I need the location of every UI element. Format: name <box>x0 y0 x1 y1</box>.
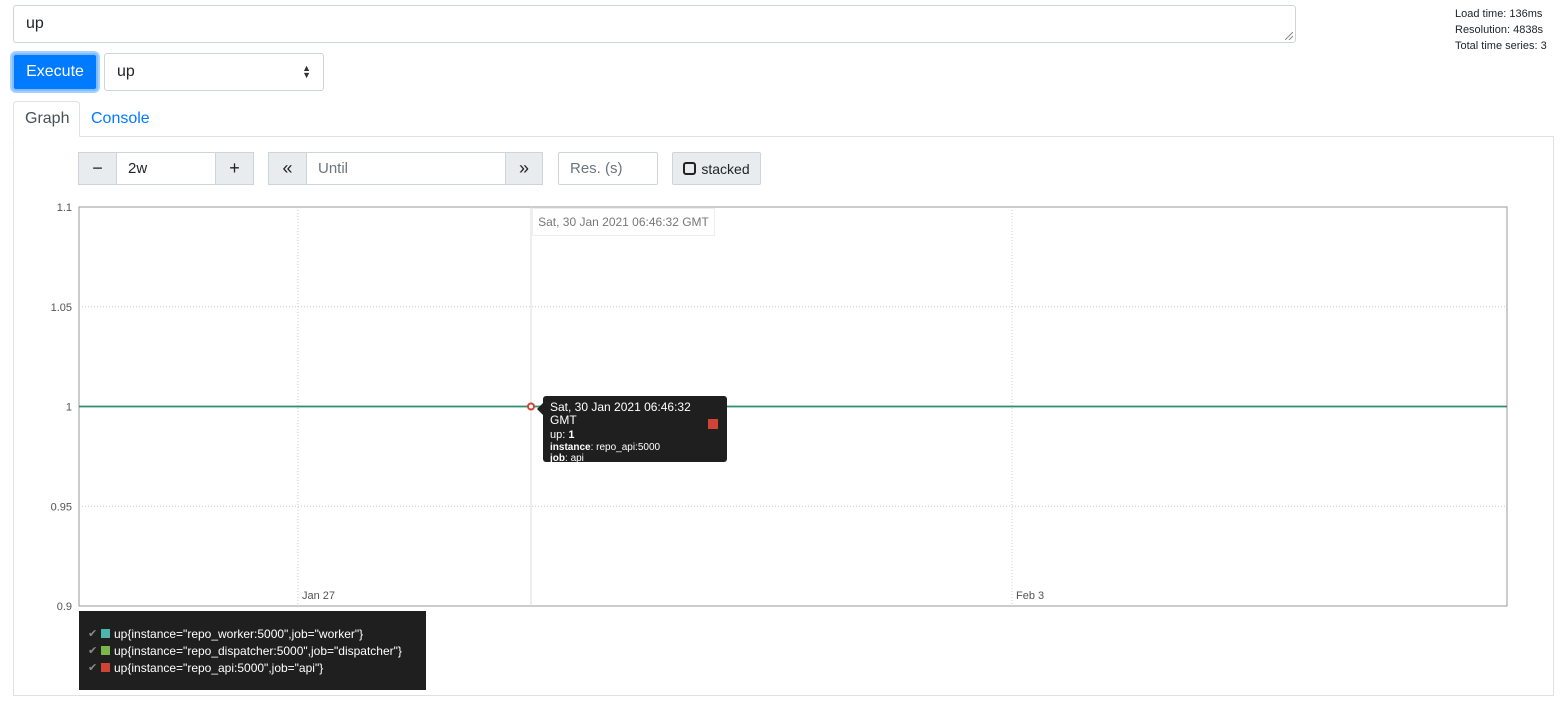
tooltip-value-row: up: 1 <box>550 429 575 441</box>
tooltip-instance-key: instance <box>550 442 591 453</box>
tooltip-time: Sat, 30 Jan 2021 06:46:32 GMT <box>550 400 691 427</box>
y-tick-label: 1 <box>66 402 72 414</box>
legend-label: up{instance="repo_worker:5000",job="work… <box>114 626 364 641</box>
legend-swatch <box>101 629 110 638</box>
x-tick-label: Jan 27 <box>302 590 335 602</box>
graph-chart[interactable]: 0.9 0.95 1 1.05 1.1 Jan 27 Feb 3 <box>0 0 1567 701</box>
legend-item[interactable]: ✔ up{instance="repo_worker:5000",job="wo… <box>88 625 417 642</box>
check-icon: ✔ <box>88 645 98 657</box>
tooltip-job-key: job <box>550 453 565 464</box>
legend-item[interactable]: ✔ up{instance="repo_dispatcher:5000",job… <box>88 642 417 659</box>
tooltip-job-row: job: api <box>550 453 584 464</box>
tooltip-instance-row: instance: repo_api:5000 <box>550 442 661 453</box>
legend-label: up{instance="repo_dispatcher:5000",job="… <box>114 643 402 658</box>
legend-swatch <box>101 663 110 672</box>
check-icon: ✔ <box>88 662 98 674</box>
tooltip-series-swatch <box>708 419 718 429</box>
tooltip-metric: up <box>550 429 563 441</box>
legend-label: up{instance="repo_api:5000",job="api"} <box>114 660 324 675</box>
series-legend: ✔ up{instance="repo_worker:5000",job="wo… <box>79 611 426 690</box>
y-tick-label: 0.95 <box>51 501 72 513</box>
y-tick-label: 0.9 <box>57 601 72 613</box>
legend-swatch <box>101 646 110 655</box>
x-tick-label: Feb 3 <box>1016 590 1044 602</box>
tooltip-instance: repo_api:5000 <box>596 442 661 453</box>
check-icon: ✔ <box>88 628 98 640</box>
tooltip-job: api <box>570 453 584 464</box>
hover-time-label: Sat, 30 Jan 2021 06:46:32 GMT <box>532 208 715 236</box>
tooltip-value: 1 <box>568 429 575 441</box>
legend-item[interactable]: ✔ up{instance="repo_api:5000",job="api"} <box>88 659 417 676</box>
y-tick-label: 1.1 <box>57 202 72 214</box>
hover-point <box>527 402 535 411</box>
y-tick-label: 1.05 <box>51 302 72 314</box>
hover-tooltip: Sat, 30 Jan 2021 06:46:32 GMT up: 1 inst… <box>537 396 727 464</box>
tab-graph[interactable]: Graph <box>13 101 80 137</box>
